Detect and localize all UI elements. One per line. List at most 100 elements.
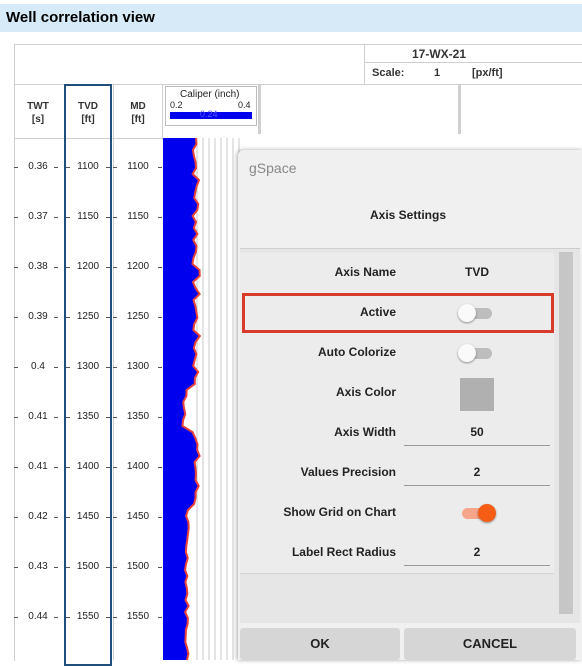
twt-tick-label: 0.4 (31, 361, 45, 372)
md-tick-mark (158, 517, 162, 518)
twt-tick-mark (54, 367, 58, 368)
twt-tick-mark (54, 567, 58, 568)
md-tick-mark (113, 217, 117, 218)
md-tick-label: 1550 (126, 611, 150, 622)
md-tick-label: 1300 (126, 361, 150, 372)
axis-name-label: Axis Name (334, 265, 396, 279)
label-rect-radius-label: Label Rect Radius (291, 545, 396, 559)
input-underline (404, 565, 550, 566)
setting-row-axis-color: Axis Color (240, 373, 554, 414)
tvd-tick-mark (106, 217, 110, 218)
md-tick-mark (113, 467, 117, 468)
label-rect-radius-input[interactable]: 2 (404, 545, 550, 559)
md-tick-mark (158, 567, 162, 568)
twt-tick-mark (54, 167, 58, 168)
tvd-unit: [ft] (81, 114, 95, 125)
md-tick-mark (113, 267, 117, 268)
tvd-tick-label: 1550 (76, 611, 100, 622)
twt-tick-mark (14, 317, 18, 318)
setting-row-axis-name: Axis Name TVD (240, 253, 554, 294)
caliper-log-track (163, 138, 240, 660)
tvd-tick-mark (106, 467, 110, 468)
tvd-tick-mark (106, 567, 110, 568)
twt-tick-mark (14, 467, 18, 468)
md-tick-mark (158, 267, 162, 268)
md-tick-label: 1350 (126, 411, 150, 422)
twt-tick-mark (14, 217, 18, 218)
twt-tick-mark (14, 167, 18, 168)
column-divider (458, 84, 461, 134)
toggle-knob (478, 504, 496, 522)
twt-unit: [s] (31, 114, 45, 125)
tvd-tick-mark (106, 517, 110, 518)
caliper-title: Caliper (inch) (180, 89, 240, 100)
tvd-tick-label: 1100 (77, 161, 99, 172)
setting-row-show-grid: Show Grid on Chart (240, 493, 554, 534)
caliper-track-header[interactable]: Caliper (inch) 0.2 0.4 (165, 86, 257, 126)
twt-tick-label: 0.43 (28, 561, 48, 572)
header-divider (364, 62, 582, 63)
tvd-tick-mark (106, 617, 110, 618)
md-tick-label: 1450 (126, 511, 150, 522)
axis-color-label: Axis Color (335, 385, 396, 399)
window-title-bar: Well correlation view (0, 4, 582, 32)
twt-tick-mark (14, 417, 18, 418)
setting-row-axis-width: Axis Width 50 (240, 413, 554, 454)
axis-width-label: Axis Width (334, 425, 396, 439)
toggle-knob (458, 344, 476, 362)
md-tick-mark (158, 217, 162, 218)
window-title: Well correlation view (6, 9, 155, 26)
tvd-tick-mark (106, 417, 110, 418)
md-tick-label: 1250 (126, 311, 150, 322)
scale-label: Scale: (372, 67, 405, 79)
twt-title: TWT (27, 101, 49, 112)
tvd-tick-mark (106, 267, 110, 268)
tvd-tick-mark (66, 267, 70, 268)
values-precision-input[interactable]: 2 (404, 465, 550, 479)
twt-tick-label: 0.41 (28, 411, 48, 422)
md-tick-label: 1400 (126, 461, 150, 472)
ok-button[interactable]: OK (240, 628, 400, 660)
twt-tick-label: 0.38 (28, 261, 48, 272)
tvd-tick-mark (66, 517, 70, 518)
md-tick-label: 1100 (127, 161, 149, 172)
md-tick-mark (113, 167, 117, 168)
setting-row-label-rect-radius: Label Rect Radius 2 (240, 533, 554, 574)
settings-scrollbar[interactable] (559, 252, 573, 614)
axis-color-swatch[interactable] (460, 378, 494, 411)
header-divider (364, 44, 365, 84)
md-tick-mark (158, 467, 162, 468)
tvd-tick-mark (106, 367, 110, 368)
md-tick-mark (113, 367, 117, 368)
tvd-tick-mark (66, 167, 70, 168)
md-tick-label: 1500 (126, 561, 150, 572)
tvd-tick-mark (66, 417, 70, 418)
well-name: 17-WX-21 (412, 47, 467, 61)
twt-tick-mark (54, 517, 58, 518)
twt-tick-label: 0.42 (28, 511, 48, 522)
md-tick-mark (113, 517, 117, 518)
tvd-tick-label: 1250 (76, 311, 100, 322)
scale-value[interactable]: 1 (434, 67, 440, 79)
show-grid-toggle[interactable] (458, 504, 496, 522)
tvd-tick-label: 1150 (77, 211, 99, 222)
axis-settings-dialog: gSpace Axis Settings Axis Name TVD Activ… (238, 150, 582, 660)
twt-tick-label: 0.44 (28, 611, 48, 622)
tvd-tick-label: 1200 (76, 261, 100, 272)
input-underline (404, 485, 550, 486)
axis-width-input[interactable]: 50 (404, 425, 550, 439)
twt-tick-mark (14, 367, 18, 368)
auto-colorize-toggle[interactable] (458, 344, 496, 362)
column-divider (162, 84, 163, 140)
md-tick-mark (113, 317, 117, 318)
twt-tick-label: 0.36 (28, 161, 48, 172)
caliper-current-value: 0.24 (200, 109, 218, 119)
cancel-button[interactable]: CANCEL (404, 628, 576, 660)
caliper-min: 0.2 (170, 100, 183, 110)
twt-tick-mark (54, 267, 58, 268)
caliper-max: 0.4 (238, 100, 251, 110)
tvd-tick-mark (66, 317, 70, 318)
twt-tick-mark (14, 617, 18, 618)
input-underline (404, 445, 550, 446)
tvd-tick-mark (66, 567, 70, 568)
